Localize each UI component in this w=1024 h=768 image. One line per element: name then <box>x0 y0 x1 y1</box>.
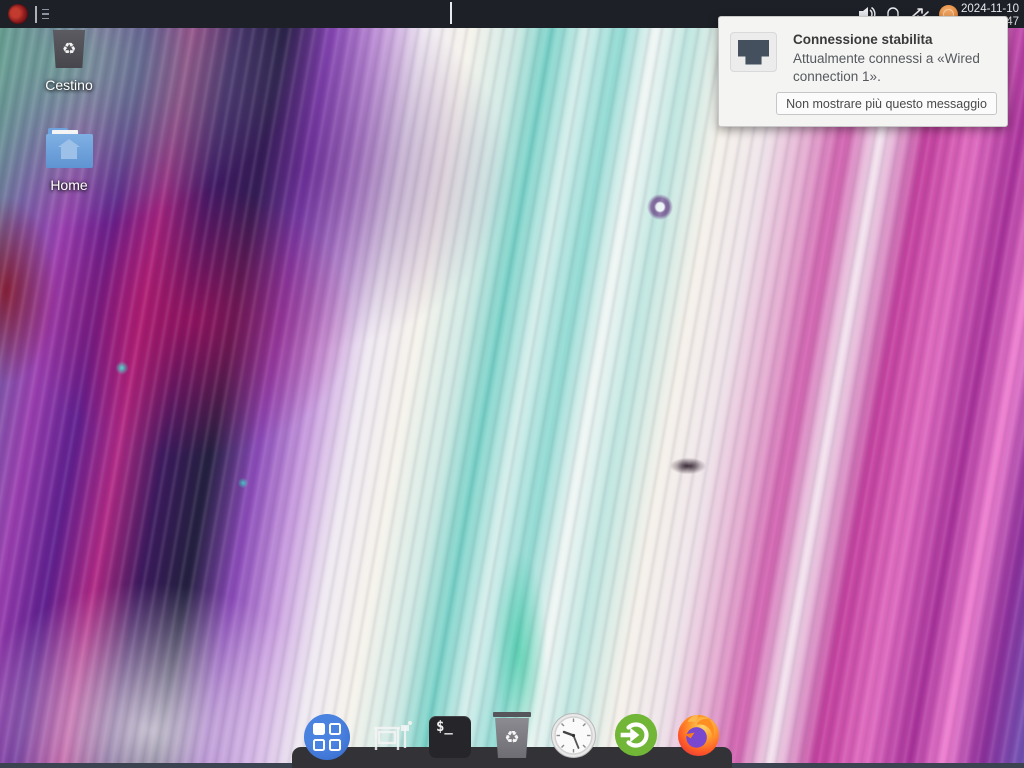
desktop-screen: 2024-11-10 16:47 Connessione stabilita A… <box>0 0 1024 768</box>
app-grid-icon <box>313 723 341 751</box>
hamburger-menu-icon[interactable] <box>42 9 49 20</box>
dock-trash-button[interactable]: ♻ <box>493 712 531 759</box>
panel-separator <box>35 6 37 23</box>
clock-button[interactable] <box>550 712 597 759</box>
dismiss-notification-button[interactable]: Non mostrare più questo messaggio <box>776 92 997 115</box>
recycle-icon: ♻ <box>494 718 530 758</box>
panel-date: 2024-11-10 <box>961 3 1019 16</box>
trash-lid <box>493 712 531 717</box>
desktop-icon-trash[interactable]: ♻ Cestino <box>21 30 117 93</box>
home-folder-icon <box>46 128 93 168</box>
terminal-button[interactable]: $_ <box>429 716 471 758</box>
trash-icon: ♻ <box>52 30 87 68</box>
desktop-icon-home[interactable]: Home <box>21 128 117 193</box>
logout-arrow-icon <box>613 712 659 758</box>
workspace-switcher-button[interactable] <box>370 716 412 756</box>
session-logout-button[interactable] <box>613 712 659 758</box>
app-launcher-button[interactable] <box>304 714 350 760</box>
notification-body: Attualmente connessi a «Wired connection… <box>793 50 1005 86</box>
panel-cursor-line <box>450 2 452 24</box>
wired-network-icon <box>730 32 777 72</box>
desktop-icon-label: Cestino <box>45 77 92 93</box>
firefox-icon <box>675 711 722 758</box>
workspace-switcher-icon <box>370 716 412 756</box>
distro-logo-icon[interactable] <box>8 4 28 24</box>
notification-title: Connessione stabilita <box>793 31 1005 48</box>
analog-clock-icon <box>550 712 597 759</box>
firefox-button[interactable] <box>675 711 722 758</box>
desktop-icon-label: Home <box>50 177 87 193</box>
terminal-prompt-glyph: $_ <box>436 719 453 735</box>
notification-popup[interactable]: Connessione stabilita Attualmente connes… <box>718 16 1008 127</box>
